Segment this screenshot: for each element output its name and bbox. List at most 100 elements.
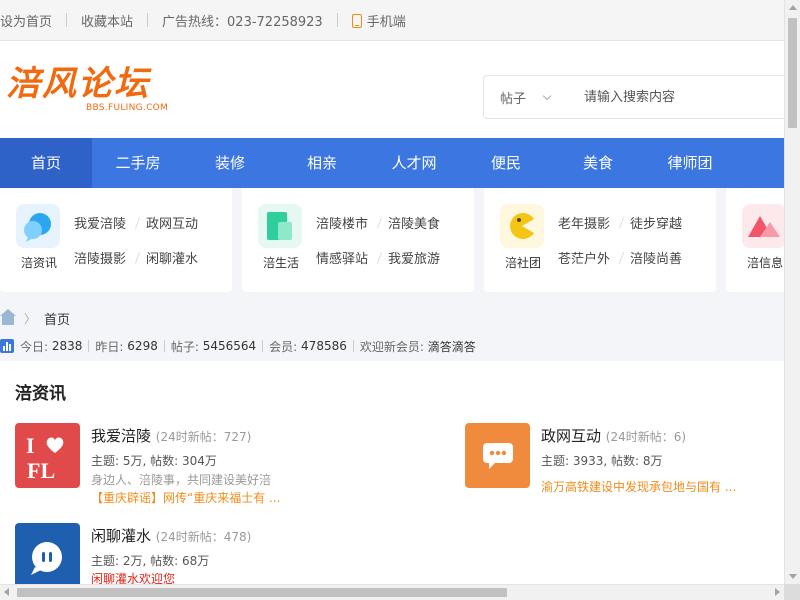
category-link[interactable]: 苍茫户外 [558,248,610,267]
category-link[interactable]: 闲聊灌水 [146,248,198,267]
divider [88,340,90,352]
bar-chart-icon [0,339,14,353]
page: 设为首页 收藏本站 广告热线：023-72258923 手机端 涪风论坛 BBS… [0,0,784,584]
nav-item-second-hand-housing[interactable]: 二手房 [92,138,184,188]
phone-icon [351,13,362,28]
vertical-scroll-thumb[interactable] [788,18,797,128]
nav-item-decoration[interactable]: 装修 [184,138,276,188]
scroll-left-arrow-icon[interactable] [4,588,9,596]
mobile-label: 手机端 [366,14,406,30]
category-link[interactable]: 涪陵美食 [388,213,440,232]
forum-name: 闲聊灌水 [91,527,152,545]
voice-bubble-icon[interactable] [15,523,80,584]
search-input[interactable] [564,88,784,106]
nav-item-convenience[interactable]: 便民 [460,138,552,188]
forum-name: 我爱涪陵 [91,427,152,445]
top-bar: 设为首页 收藏本站 广告热线：023-72258923 手机端 [0,0,784,41]
divider [376,252,383,264]
forum-title[interactable]: 政网互动 (24时新帖：6) [541,425,686,446]
forum-title[interactable]: 闲聊灌水 (24时新帖：478) [91,525,251,546]
ad-hotline: 广告热线：023-72258923 [162,14,323,30]
section-title: 涪资讯 [15,384,66,404]
scroll-up-arrow-icon[interactable] [789,5,797,10]
chevron-right-icon: 〉 [24,311,37,326]
forum-new-posts: (24时新帖：478) [155,530,252,544]
divider [134,217,141,229]
message-bubble-icon[interactable] [465,423,530,488]
scrollbar-corner [784,584,800,600]
stat-yesterday-label: 昨日: [95,339,124,354]
chat-bubble-icon[interactable] [16,204,60,248]
new-member-link[interactable]: 滴答滴答 [428,338,476,355]
scroll-down-arrow-icon[interactable] [789,574,797,579]
stat-yesterday-value: 6298 [127,339,158,353]
forum-stats-line: 主题: 5万, 帖数: 304万 [91,454,217,468]
category-name[interactable]: 涪信息 [740,254,784,271]
stat-posts-label: 帖子: [170,339,199,354]
vertical-scrollbar[interactable] [784,0,800,584]
svg-text:FL: FL [27,458,55,483]
breadcrumb-home[interactable]: 首页 [44,309,70,328]
search-type-select[interactable]: 帖子 [484,88,564,107]
forum-item: 政网互动 (24时新帖：6) 主题: 3933, 帖数: 8万 渝万高铁建设中发… [465,423,775,503]
category-link[interactable]: 我爱涪陵 [74,213,126,232]
forum-latest-post[interactable]: 【重庆辟谣】网传“重庆来福士有 ... [91,489,280,506]
home-icon[interactable] [0,308,16,325]
chevron-down-icon [542,91,552,100]
forum-latest-post[interactable]: 闲聊灌水欢迎您 [91,570,175,584]
category-cards: 涪资讯 我爱涪陵 政网互动 涪陵摄影 闲聊灌水 涪生活 涪陵楼市 涪陵美食 情感… [0,188,784,306]
horizontal-scrollbar[interactable] [0,584,784,600]
category-name[interactable]: 涪生活 [256,254,306,271]
forum-name: 政网互动 [541,427,602,445]
stat-members-label: 会员: [269,339,298,354]
nav-item-jobs[interactable]: 人才网 [368,138,460,188]
mountain-icon[interactable] [742,204,784,248]
horizontal-scroll-thumb[interactable] [17,588,507,597]
nav-item-food[interactable]: 美食 [552,138,644,188]
nav-item-lawyers[interactable]: 律师团 [644,138,736,188]
stat-posts-value: 5456564 [202,339,257,353]
forum-stats-line: 主题: 2万, 帖数: 68万 [91,554,210,568]
stat-today-label: 今日: [20,339,49,354]
category-link[interactable]: 政网互动 [146,213,198,232]
nav-item-dating[interactable]: 相亲 [276,138,368,188]
bookmark-link[interactable]: 收藏本站 [67,11,147,30]
category-card-info: 涪信息 [726,188,784,292]
category-name[interactable]: 涪资讯 [14,254,64,271]
category-card-clubs: 涪社团 老年摄影 徒步穿越 苍茫户外 涪陵尚善 [484,188,716,292]
stat-members-value: 478586 [301,339,347,353]
category-link[interactable]: 我爱旅游 [388,248,440,267]
forum-latest-post[interactable]: 渝万高铁建设中发现承包地与国有 ... [541,478,736,495]
document-icon[interactable] [258,204,302,248]
forum-stats-line: 主题: 3933, 帖数: 8万 [541,454,663,468]
category-link[interactable]: 老年摄影 [558,213,610,232]
search-box: 帖子 [483,75,784,119]
svg-text:I: I [26,433,35,458]
scroll-right-arrow-icon[interactable] [775,588,780,596]
breadcrumb: 〉 首页 [0,306,784,330]
site-logo[interactable]: 涪风论坛 BBS.FULING.COM [6,65,176,125]
category-link[interactable]: 涪陵楼市 [316,213,368,232]
divider [618,217,625,229]
set-homepage-link[interactable]: 设为首页 [0,11,66,30]
category-link[interactable]: 涪陵尚善 [630,248,682,267]
divider [163,340,165,352]
nav-item-home[interactable]: 首页 [0,138,92,188]
stat-welcome-label: 欢迎新会员: [359,339,424,354]
forum-item: I FL 我爱涪陵 (24时新帖：727) 主题: 5万, 帖数: 304万 身… [15,423,415,506]
divider [376,217,383,229]
main-nav: 首页 二手房 装修 相亲 人才网 便民 美食 律师团 [0,138,784,188]
pacman-icon[interactable] [500,204,544,248]
forum-item: 闲聊灌水 (24时新帖：478) 主题: 2万, 帖数: 68万 闲聊灌水欢迎您 [15,523,415,584]
ifl-logo-icon[interactable]: I FL [15,423,80,488]
mobile-link[interactable]: 手机端 [338,11,420,30]
forum-section: 涪资讯 I FL 我爱涪陵 (24时新帖：727) 主题: 5万, 帖数: 30… [0,361,784,584]
category-link[interactable]: 情感驿站 [316,248,368,267]
stat-today-value: 2838 [51,339,83,353]
category-link[interactable]: 徒步穿越 [630,213,682,232]
logo-domain: BBS.FULING.COM [86,103,169,113]
category-link[interactable]: 涪陵摄影 [74,248,126,267]
forum-title[interactable]: 我爱涪陵 (24时新帖：727) [91,425,251,446]
divider [262,340,264,352]
category-name[interactable]: 涪社团 [498,254,548,271]
